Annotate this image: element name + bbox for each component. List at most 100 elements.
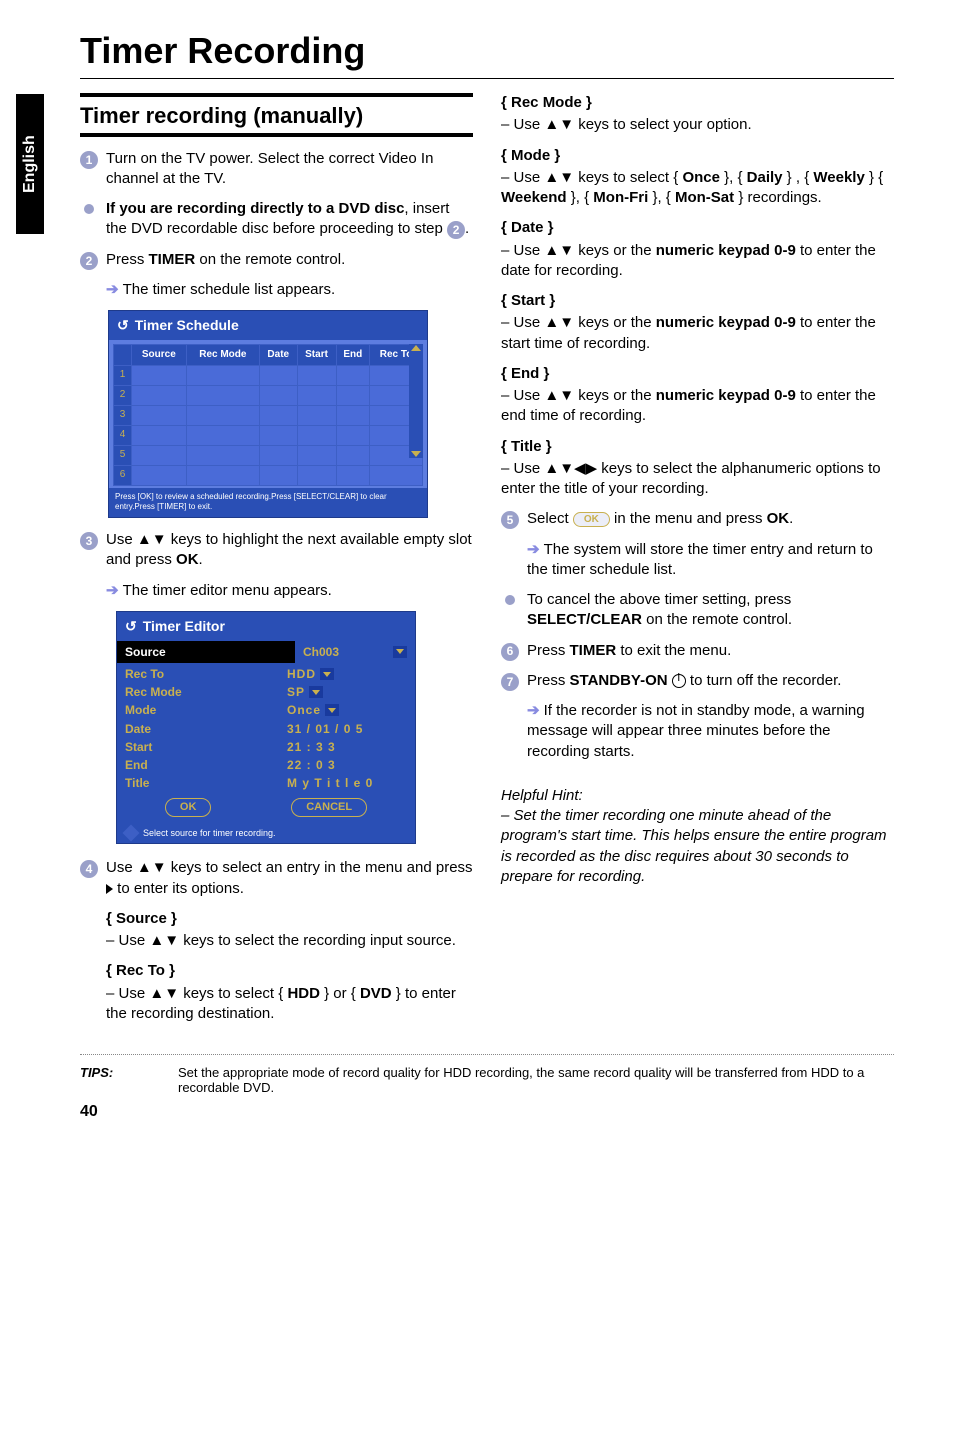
step-6-badge: 6 bbox=[501, 643, 519, 661]
step-3-result: ➔The timer editor menu appears. bbox=[106, 581, 473, 601]
sched-col-source: Source bbox=[132, 345, 187, 366]
step-7-text: Press STANDBY-ON to turn off the recorde… bbox=[527, 671, 894, 691]
page-number: 40 bbox=[80, 1103, 894, 1121]
opt-source-title: { Source } bbox=[106, 909, 473, 929]
sched-col-recmode: Rec Mode bbox=[186, 345, 259, 366]
editor-recmode-value[interactable]: SP bbox=[287, 684, 407, 700]
tips-text: Set the appropriate mode of record quali… bbox=[178, 1065, 894, 1095]
scroll-up-icon[interactable] bbox=[411, 345, 421, 351]
editor-mode-value[interactable]: Once bbox=[287, 702, 407, 718]
timer-schedule-panel: ↺ Timer Schedule Source Rec Mode Date St… bbox=[108, 310, 428, 518]
sched-row-idx: 2 bbox=[114, 385, 132, 405]
editor-row: TitleM y T i t l e 0 bbox=[125, 774, 407, 792]
step-2-result: ➔The timer schedule list appears. bbox=[106, 280, 473, 300]
inline-step-2: 2 bbox=[447, 221, 465, 239]
page-title: Timer Recording bbox=[80, 30, 894, 72]
step-2-badge: 2 bbox=[80, 252, 98, 270]
sched-footer-text: Press [OK] to review a scheduled recordi… bbox=[109, 488, 427, 518]
nav-diamond-icon bbox=[123, 825, 140, 842]
opt-recmode-title: { Rec Mode } bbox=[501, 93, 894, 113]
step-5-text: Select OK in the menu and press OK. bbox=[527, 509, 894, 529]
sched-row-idx: 5 bbox=[114, 445, 132, 465]
dropdown-icon[interactable] bbox=[325, 704, 339, 716]
opt-end-title: { End } bbox=[501, 364, 894, 384]
section-rule-thick-2 bbox=[80, 133, 473, 137]
sched-col-start: Start bbox=[297, 345, 336, 366]
arrow-icon: ➔ bbox=[106, 281, 119, 298]
arrow-icon: ➔ bbox=[527, 702, 540, 719]
timer-editor-header: ↺ Timer Editor bbox=[117, 612, 415, 641]
sched-row-idx: 3 bbox=[114, 405, 132, 425]
arrow-icon: ➔ bbox=[527, 541, 540, 558]
step-2-text: Press TIMER on the remote control. bbox=[106, 250, 473, 270]
opt-mode-desc: – Use ▲▼ keys to select { Once }, { Dail… bbox=[501, 168, 894, 209]
editor-row: Date31 / 01 / 0 5 bbox=[125, 720, 407, 738]
sched-col-date: Date bbox=[260, 345, 297, 366]
ok-chip-icon: OK bbox=[573, 512, 610, 528]
step-5-result: ➔The system will store the timer entry a… bbox=[527, 540, 894, 581]
opt-title-title: { Title } bbox=[501, 437, 894, 457]
bullet-icon bbox=[84, 204, 94, 214]
step-3-badge: 3 bbox=[80, 532, 98, 550]
step-3-text: Use ▲▼ keys to highlight the next availa… bbox=[106, 530, 473, 571]
editor-recto-value[interactable]: HDD bbox=[287, 666, 407, 682]
clock-icon: ↺ bbox=[125, 617, 137, 636]
step-6-text: Press TIMER to exit the menu. bbox=[527, 641, 894, 661]
sched-row-idx: 6 bbox=[114, 465, 132, 485]
step-7-badge: 7 bbox=[501, 673, 519, 691]
sched-row-idx: 4 bbox=[114, 425, 132, 445]
title-rule bbox=[80, 78, 894, 79]
opt-title-desc: – Use ▲▼◀▶ keys to select the alphanumer… bbox=[501, 459, 894, 500]
editor-source-value[interactable]: Ch003 bbox=[295, 641, 415, 663]
bullet-record-dvd: If you are recording directly to a DVD d… bbox=[106, 199, 473, 240]
editor-source-label: Source bbox=[117, 641, 295, 663]
editor-end-value[interactable]: 22 : 0 3 bbox=[287, 757, 407, 773]
step-1-text: Turn on the TV power. Select the correct… bbox=[106, 149, 473, 190]
editor-source-row: Source Ch003 bbox=[117, 641, 415, 663]
sched-col-idx bbox=[114, 345, 132, 366]
step-7-result: ➔If the recorder is not in standby mode,… bbox=[527, 701, 894, 762]
language-tab: English bbox=[16, 94, 44, 234]
opt-recmode-desc: – Use ▲▼ keys to select your option. bbox=[501, 115, 894, 135]
editor-row: End22 : 0 3 bbox=[125, 756, 407, 774]
editor-row: Rec ModeSP bbox=[125, 683, 407, 701]
dropdown-icon[interactable] bbox=[393, 646, 407, 658]
opt-recto-desc: – Use ▲▼ keys to select { HDD } or { DVD… bbox=[106, 984, 473, 1025]
editor-row: ModeOnce bbox=[125, 701, 407, 719]
opt-recto-title: { Rec To } bbox=[106, 961, 473, 981]
editor-ok-button[interactable]: OK bbox=[165, 798, 212, 817]
opt-start-desc: – Use ▲▼ keys or the numeric keypad 0-9 … bbox=[501, 313, 894, 354]
step-4-badge: 4 bbox=[80, 860, 98, 878]
editor-row: Rec ToHDD bbox=[125, 665, 407, 683]
editor-cancel-button[interactable]: CANCEL bbox=[291, 798, 367, 817]
step-1-badge: 1 bbox=[80, 151, 98, 169]
editor-start-value[interactable]: 21 : 3 3 bbox=[287, 739, 407, 755]
opt-end-desc: – Use ▲▼ keys or the numeric keypad 0-9 … bbox=[501, 386, 894, 427]
editor-title-value[interactable]: M y T i t l e 0 bbox=[287, 775, 407, 791]
hint-title: Helpful Hint: bbox=[501, 786, 894, 806]
bullet-icon bbox=[505, 595, 515, 605]
opt-source-desc: – Use ▲▼ keys to select the recording in… bbox=[106, 931, 473, 951]
timer-schedule-table: Source Rec Mode Date Start End Rec To 1 … bbox=[113, 344, 423, 486]
opt-date-title: { Date } bbox=[501, 218, 894, 238]
editor-date-value[interactable]: 31 / 01 / 0 5 bbox=[287, 721, 407, 737]
timer-editor-panel: ↺ Timer Editor Source Ch003 Rec ToHDD Re… bbox=[116, 611, 416, 844]
timer-schedule-header: ↺ Timer Schedule bbox=[109, 311, 427, 340]
sched-row-idx: 1 bbox=[114, 365, 132, 385]
clock-icon: ↺ bbox=[117, 316, 129, 335]
section-heading: Timer recording (manually) bbox=[80, 101, 473, 131]
scroll-down-icon[interactable] bbox=[411, 451, 421, 457]
editor-footer: Select source for timer recording. bbox=[117, 823, 415, 843]
step-5-badge: 5 bbox=[501, 511, 519, 529]
sched-scrollbar[interactable] bbox=[409, 344, 423, 458]
arrow-icon: ➔ bbox=[106, 582, 119, 599]
editor-row: Start21 : 3 3 bbox=[125, 738, 407, 756]
opt-date-desc: – Use ▲▼ keys or the numeric keypad 0-9 … bbox=[501, 241, 894, 282]
dropdown-icon[interactable] bbox=[320, 668, 334, 680]
play-right-icon bbox=[106, 884, 113, 894]
sched-col-end: End bbox=[336, 345, 370, 366]
section-rule-thick bbox=[80, 93, 473, 97]
tips-label: TIPS: bbox=[80, 1065, 160, 1095]
dropdown-icon[interactable] bbox=[309, 686, 323, 698]
power-icon bbox=[672, 674, 686, 688]
